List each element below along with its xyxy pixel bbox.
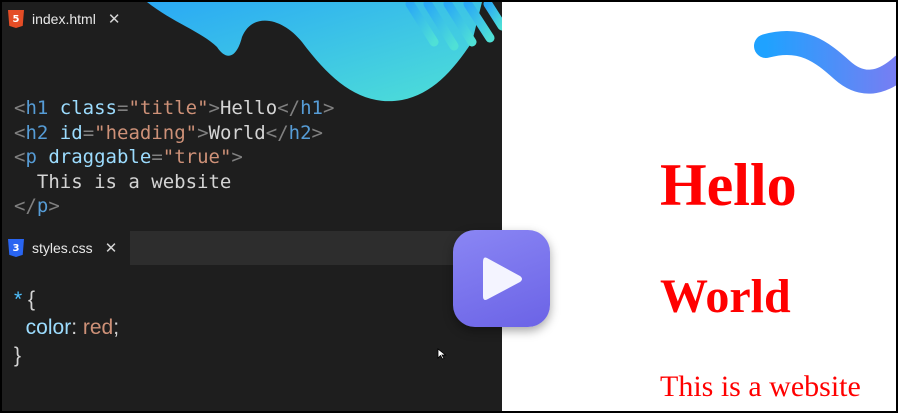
tab-label: styles.css: [32, 240, 93, 256]
code-token: id: [59, 121, 83, 144]
code-token: p: [36, 195, 49, 217]
preview-heading-2: World: [660, 270, 791, 323]
code-token: =: [117, 97, 129, 119]
app-frame: 5 index.html ✕ <h1 class="title">Hello</…: [0, 0, 898, 413]
close-icon[interactable]: ✕: [105, 239, 118, 257]
code-token: "title": [128, 97, 209, 119]
code-line: </p>: [14, 194, 334, 219]
code-token: "heading": [94, 121, 198, 144]
code-token: p: [25, 146, 37, 168]
code-token: >: [311, 121, 323, 144]
play-icon: [482, 257, 522, 300]
code-line: <h1 class="title">Hello</h1>: [14, 96, 334, 121]
tab-styles-css[interactable]: 3 styles.css ✕: [2, 231, 130, 265]
code-token: <: [14, 97, 26, 119]
code-line: <p draggable="true">: [14, 145, 334, 170]
preview-heading-1: Hello: [660, 152, 797, 218]
decorative-curve-shape: [754, 30, 896, 94]
play-button[interactable]: [453, 230, 550, 327]
code-token: "true": [162, 146, 232, 168]
code-token: ;: [113, 316, 120, 339]
code-token: draggable: [48, 146, 152, 168]
html-tab-bar: 5 index.html ✕: [2, 2, 502, 36]
code-token: </: [14, 195, 37, 217]
code-token: >: [197, 121, 209, 144]
code-token: =: [151, 146, 163, 168]
code-editor: 5 index.html ✕ <h1 class="title">Hello</…: [2, 2, 502, 411]
code-token: h2: [288, 121, 312, 144]
code-token: h1: [25, 97, 49, 119]
code-token: Hello: [219, 97, 278, 119]
html-code-area[interactable]: <h1 class="title">Hello</h1> <h2 id="head…: [14, 96, 334, 219]
code-line: * {: [14, 286, 119, 314]
tab-index-html[interactable]: 5 index.html ✕: [2, 2, 130, 36]
code-token: }: [14, 344, 22, 367]
browser-preview: Hello World This is a website: [502, 2, 896, 411]
code-line: color: red;: [14, 314, 119, 342]
code-token: color: [25, 316, 72, 339]
code-line: This is a website: [14, 170, 334, 195]
mouse-cursor-icon: [437, 348, 447, 360]
css-tab-bar: 3 styles.css ✕: [2, 231, 502, 265]
code-token: class: [59, 97, 117, 119]
css-code-area[interactable]: * { color: red;}: [14, 286, 119, 370]
preview-paragraph: This is a website: [660, 370, 861, 403]
code-token: :: [71, 316, 83, 339]
code-token: World: [208, 121, 266, 144]
code-token: >: [48, 195, 60, 217]
code-token: red: [82, 316, 114, 339]
code-token: >: [231, 146, 243, 168]
code-token: h1: [300, 97, 323, 119]
code-token: This is a website: [14, 170, 232, 193]
code-token: =: [82, 121, 95, 144]
tab-label: index.html: [32, 11, 96, 27]
code-token: >: [208, 97, 220, 119]
code-token: {: [22, 288, 36, 311]
html5-file-icon: 5: [8, 10, 24, 28]
code-token: *: [14, 288, 23, 311]
code-token: <: [14, 121, 26, 144]
code-token: </: [265, 121, 289, 144]
code-line: }: [14, 342, 119, 370]
code-token: >: [322, 97, 335, 119]
code-line: <h2 id="heading">World</h2>: [14, 121, 334, 146]
close-icon[interactable]: ✕: [108, 10, 121, 28]
code-token: h2: [25, 121, 49, 144]
css3-file-icon: 3: [8, 239, 24, 257]
code-token: <: [14, 146, 26, 168]
code-token: </: [277, 97, 301, 119]
